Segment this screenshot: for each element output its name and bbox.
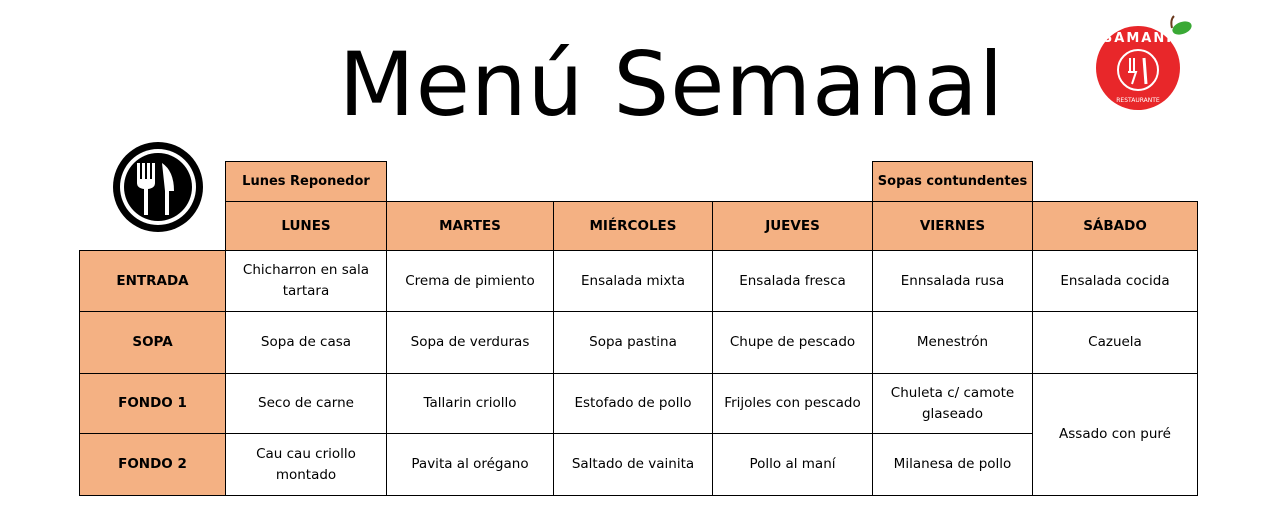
weekly-menu-table: LUNES MARTES MIÉRCOLES JUEVES VIERNES SÁ… [79, 201, 1198, 496]
menu-cell: Frijoles con pescado [712, 373, 873, 434]
day-header: JUEVES [712, 201, 873, 251]
day-header: SÁBADO [1032, 201, 1198, 251]
menu-cell: Sopa de casa [225, 311, 387, 374]
table-row: FONDO 1 Seco de carne Tallarin criollo E… [79, 373, 1198, 496]
row-label: FONDO 2 [79, 433, 226, 496]
menu-cell: Ennsalada rusa [872, 250, 1033, 312]
day-header: LUNES [225, 201, 387, 251]
days-header-row: LUNES MARTES MIÉRCOLES JUEVES VIERNES SÁ… [79, 201, 1198, 251]
row-label: SOPA [79, 311, 226, 374]
menu-cell: Chupe de pescado [712, 311, 873, 374]
menu-cell: Cazuela [1032, 311, 1198, 374]
menu-cell: Chicharron en sala tartara [225, 250, 387, 312]
day-header: VIERNES [872, 201, 1033, 251]
corner-cell [79, 201, 226, 251]
samani-logo: SAMANI RESTAURANTE [1090, 12, 1202, 112]
menu-cell: Ensalada cocida [1032, 250, 1198, 312]
menu-cell: Cau cau criollo montado [225, 433, 387, 496]
menu-cell: Milanesa de pollo [872, 433, 1033, 496]
menu-cell: Pavita al orégano [386, 433, 554, 496]
menu-cell: Saltado de vainita [553, 433, 713, 496]
menu-cell: Crema de pimiento [386, 250, 554, 312]
menu-cell: Ensalada fresca [712, 250, 873, 312]
menu-cell: Chuleta c/ camote glaseado [872, 373, 1033, 434]
svg-text:RESTAURANTE: RESTAURANTE [1116, 97, 1160, 104]
tag-lunes-reponedor: Lunes Reponedor [225, 161, 387, 202]
menu-cell: Tallarin criollo [386, 373, 554, 434]
day-header: MIÉRCOLES [553, 201, 713, 251]
day-header: MARTES [386, 201, 554, 251]
menu-cell: Pollo al maní [712, 433, 873, 496]
menu-cell: Menestrón [872, 311, 1033, 374]
tag-sopas-contundentes: Sopas contundentes [872, 161, 1033, 202]
table-row: FONDO 2 Cau cau criollo montado Pavita a… [79, 433, 1198, 496]
menu-cell: Estofado de pollo [553, 373, 713, 434]
svg-text:SAMANI: SAMANI [1103, 31, 1173, 46]
menu-cell: Sopa de verduras [386, 311, 554, 374]
menu-cell: Seco de carne [225, 373, 387, 434]
menu-cell: Assado con puré [1032, 373, 1198, 496]
page-title: Menú Semanal [338, 33, 1005, 136]
table-row: SOPA Sopa de casa Sopa de verduras Sopa … [79, 311, 1198, 374]
menu-cell: Sopa pastina [553, 311, 713, 374]
row-label: ENTRADA [79, 250, 226, 312]
row-label: FONDO 1 [79, 373, 226, 434]
menu-cell: Ensalada mixta [553, 250, 713, 312]
table-row: ENTRADA Chicharron en sala tartara Crema… [79, 250, 1198, 312]
